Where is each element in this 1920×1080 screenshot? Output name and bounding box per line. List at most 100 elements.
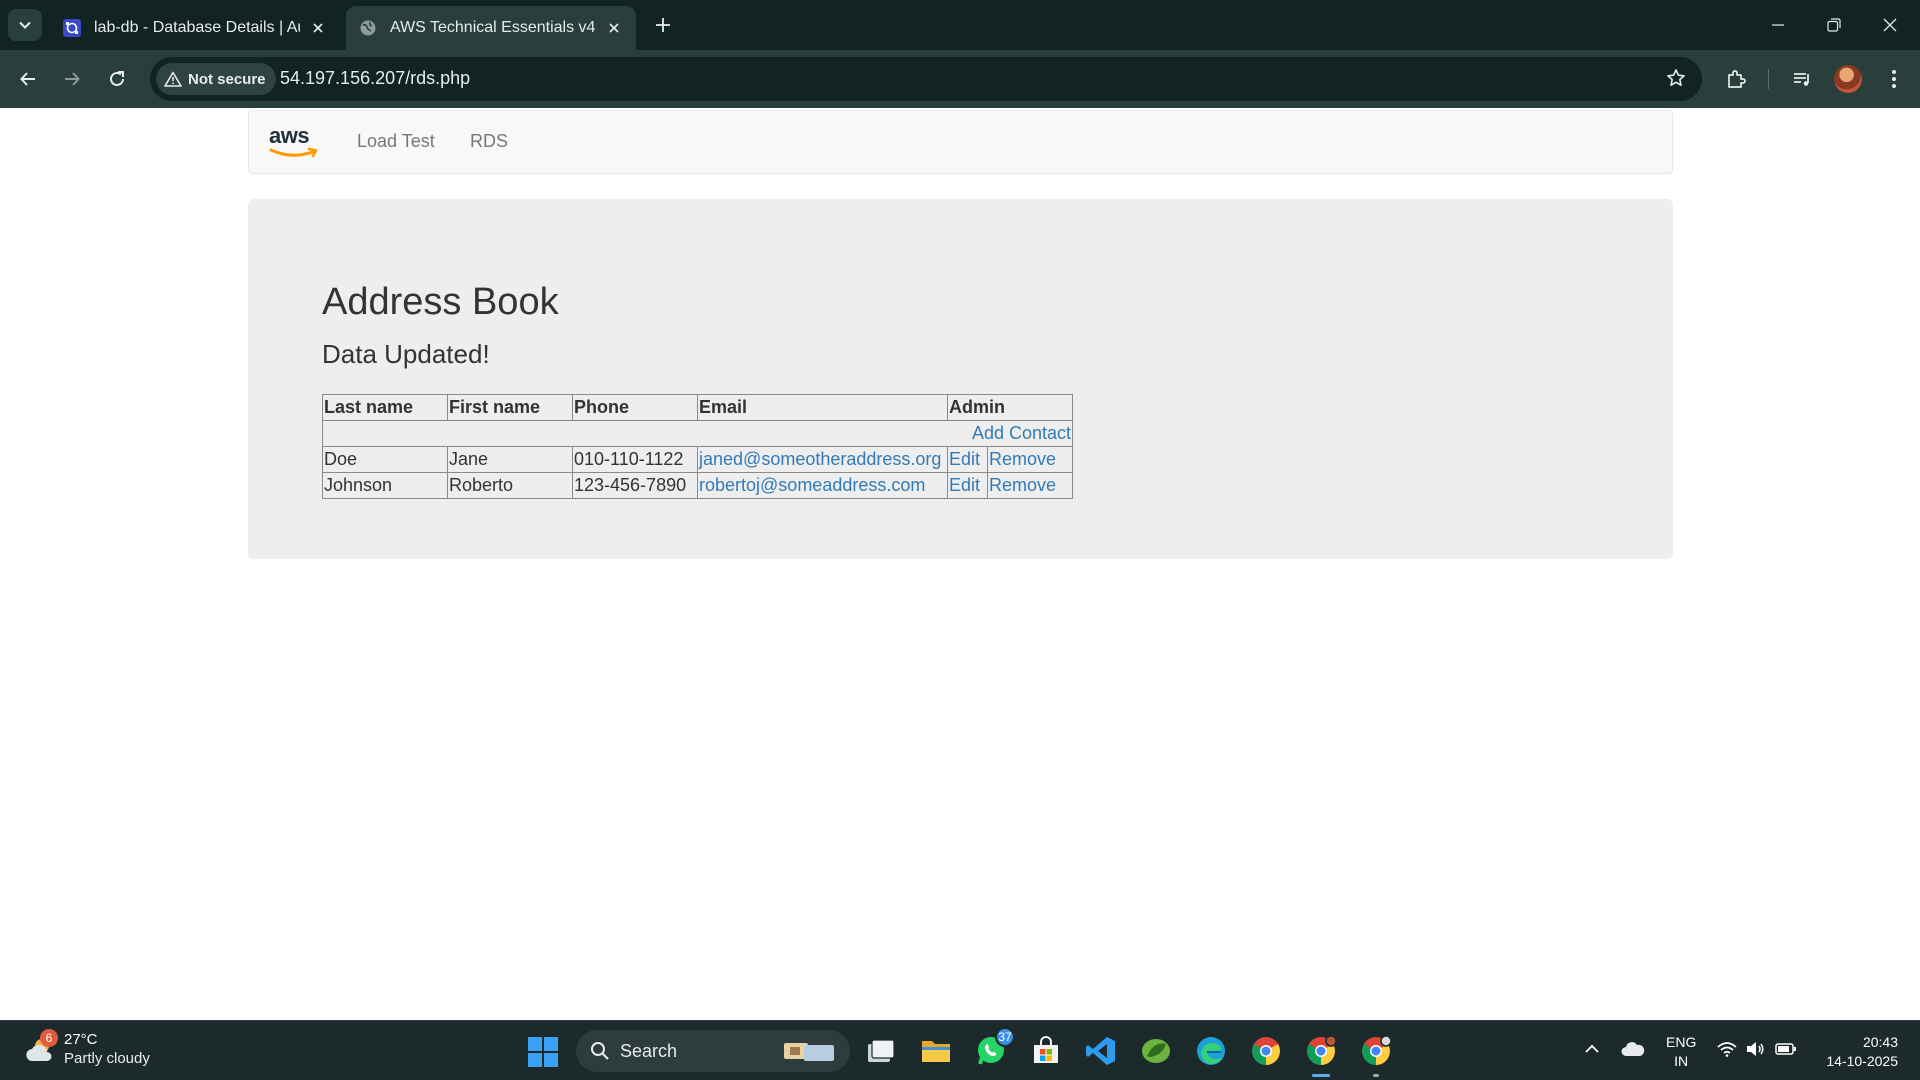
status-message: Data Updated! (322, 339, 490, 369)
microsoft-store-icon[interactable] (1028, 1033, 1064, 1069)
onedrive-cloud-icon[interactable] (1620, 1039, 1646, 1059)
input-language[interactable]: ENG IN (1666, 1033, 1696, 1071)
remove-link[interactable]: Remove (989, 449, 1056, 469)
chevron-up-icon[interactable] (1582, 1039, 1602, 1059)
arrow-right-icon (65, 72, 80, 86)
whatsapp-badge: 37 (995, 1027, 1015, 1047)
chrome-profile-2-icon[interactable] (1358, 1033, 1394, 1077)
nav-link-load-test[interactable]: Load Test (357, 131, 435, 152)
chrome-icon[interactable] (1248, 1033, 1284, 1069)
tab-search-button[interactable] (8, 9, 42, 41)
globe-icon (358, 18, 378, 38)
address-book-table: Last name First name Phone Email Admin A… (322, 394, 1073, 499)
rds-favicon-icon (62, 18, 82, 38)
table-row: Doe Jane 010-110-1122 janed@someotheradd… (322, 446, 1073, 473)
cell-phone: 010-110-1122 (572, 446, 698, 473)
profile-avatar[interactable] (1834, 65, 1862, 93)
tab-lab-db[interactable]: lab-db - Database Details | Aurora and R… (50, 6, 340, 50)
search-icon (590, 1041, 610, 1061)
clock-date: 14-10-2025 (1826, 1053, 1898, 1069)
header-admin: Admin (947, 394, 1073, 421)
add-contact-cell: Add Contact (322, 420, 1073, 447)
reload-icon (110, 71, 124, 86)
address-book-panel: Address Book Data Updated! Last name Fir… (248, 199, 1673, 559)
spring-tools-icon[interactable] (1138, 1033, 1174, 1069)
media-controls-icon[interactable] (1786, 63, 1818, 95)
cell-last-name: Doe (322, 446, 448, 473)
aws-logo[interactable]: aws (269, 125, 321, 161)
header-email: Email (697, 394, 948, 421)
wifi-icon[interactable] (1716, 1039, 1738, 1059)
cell-remove: Remove (987, 446, 1073, 473)
cell-edit: Edit (947, 472, 988, 499)
aws-smile-icon (269, 147, 318, 158)
edge-icon[interactable] (1193, 1033, 1229, 1069)
taskbar-search[interactable]: Search (576, 1030, 850, 1072)
browser-toolbar: Not secure 54.197.156.207/rds.php (0, 50, 1920, 108)
table-row: Johnson Roberto 123-456-7890 robertoj@so… (322, 472, 1073, 499)
add-contact-row: Add Contact (322, 420, 1073, 447)
search-highlight-icon (784, 1043, 834, 1061)
tab-title: lab-db - Database Details | Aurora and R… (94, 19, 300, 36)
whatsapp-icon[interactable]: 37 (973, 1027, 1015, 1069)
cell-email: robertoj@someaddress.com (697, 472, 948, 499)
cell-last-name: Johnson (322, 472, 448, 499)
web-page: aws Load Test RDS Address Book Data Upda… (0, 108, 1920, 1020)
more-menu-icon[interactable] (1878, 63, 1910, 95)
email-link[interactable]: robertoj@someaddress.com (699, 475, 925, 495)
edit-link[interactable]: Edit (949, 475, 980, 495)
close-icon[interactable] (604, 18, 624, 38)
header-last-name: Last name (322, 394, 448, 421)
cell-edit: Edit (947, 446, 988, 473)
clock-time: 20:43 (1862, 1034, 1898, 1050)
task-view-icon[interactable] (863, 1033, 899, 1069)
warning-icon (164, 71, 182, 87)
language-code: ENG (1666, 1034, 1697, 1050)
cell-email: janed@someotheraddress.org (697, 446, 948, 473)
running-indicator (1373, 1074, 1379, 1077)
system-clock[interactable]: 20:43 14-10-2025 (1818, 1033, 1898, 1071)
cell-first-name: Roberto (447, 472, 573, 499)
site-security-chip[interactable]: Not secure (156, 63, 276, 95)
partly-cloudy-icon: 6 (22, 1029, 58, 1067)
bookmark-star-icon[interactable] (1666, 68, 1686, 88)
close-icon[interactable] (308, 18, 328, 38)
extensions-icon[interactable] (1720, 63, 1752, 95)
minimize-icon (1772, 24, 1784, 26)
add-contact-link[interactable]: Add Contact (972, 423, 1071, 443)
windows-taskbar: 6 27°C Partly cloudy Search 37 ENG IN 20… (0, 1020, 1920, 1080)
battery-icon[interactable] (1774, 1039, 1798, 1059)
restore-button[interactable] (1806, 0, 1862, 50)
cell-phone: 123-456-7890 (572, 472, 698, 499)
forward-button[interactable] (56, 63, 88, 95)
chevron-down-icon (19, 21, 31, 29)
remove-link[interactable]: Remove (989, 475, 1056, 495)
table-header-row: Last name First name Phone Email Admin (322, 394, 1073, 421)
chrome-profile-icon[interactable] (1303, 1033, 1339, 1077)
security-label: Not secure (188, 70, 266, 88)
page-title: Address Book (322, 281, 559, 323)
address-bar[interactable]: Not secure 54.197.156.207/rds.php (150, 57, 1702, 101)
cell-first-name: Jane (447, 446, 573, 473)
back-button[interactable] (12, 63, 44, 95)
close-window-button[interactable] (1862, 0, 1918, 50)
minimize-button[interactable] (1750, 0, 1806, 50)
new-tab-button[interactable] (650, 12, 676, 38)
browser-tab-strip: lab-db - Database Details | Aurora and R… (0, 0, 1920, 50)
weather-widget[interactable]: 6 27°C Partly cloudy (22, 1029, 150, 1069)
url-text[interactable]: 54.197.156.207/rds.php (280, 68, 470, 89)
start-button[interactable] (528, 1037, 558, 1067)
tab-title: AWS Technical Essentials v4.1 (390, 19, 596, 36)
vscode-icon[interactable] (1083, 1033, 1119, 1069)
reload-button[interactable] (101, 63, 133, 95)
nav-link-rds[interactable]: RDS (470, 131, 508, 152)
weather-temperature: 27°C (64, 1031, 98, 1048)
file-explorer-icon[interactable] (918, 1033, 954, 1069)
email-link[interactable]: janed@someotheraddress.org (699, 449, 941, 469)
toolbar-divider (1768, 69, 1769, 89)
search-label: Search (620, 1040, 678, 1061)
tab-aws-technical-essentials[interactable]: AWS Technical Essentials v4.1 (346, 6, 636, 50)
volume-icon[interactable] (1744, 1039, 1766, 1059)
arrow-left-icon (20, 72, 35, 86)
edit-link[interactable]: Edit (949, 449, 980, 469)
